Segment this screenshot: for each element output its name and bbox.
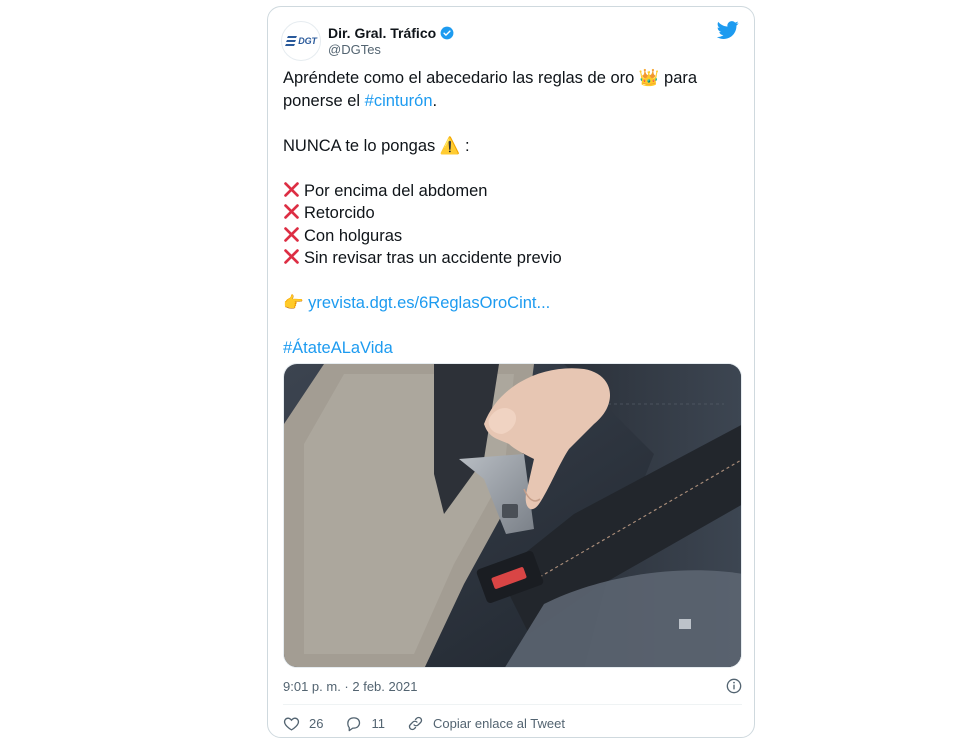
link-icon bbox=[408, 716, 423, 730]
list-item-text: Retorcido bbox=[304, 204, 375, 222]
logo-text: DGT bbox=[298, 36, 317, 46]
like-count: 26 bbox=[309, 715, 324, 731]
avatar[interactable]: DGT bbox=[281, 21, 321, 61]
info-icon[interactable] bbox=[726, 678, 742, 694]
reply-button[interactable]: 11 bbox=[345, 715, 385, 732]
tweet-actions: 26 11 Copiar enlace al Tweet bbox=[283, 711, 587, 735]
tweet-text: Apréndete como el abecedario las reglas … bbox=[283, 67, 738, 360]
heart-icon bbox=[283, 717, 300, 731]
list-item: Con holguras bbox=[283, 225, 738, 248]
text-segment: : bbox=[460, 136, 470, 155]
tweet-card: DGT Dir. Gral. Tráfico @DGTes Apréndete … bbox=[267, 6, 755, 738]
twitter-bird-icon[interactable] bbox=[717, 19, 739, 41]
text-segment: Apréndete como el abecedario las reglas … bbox=[283, 69, 639, 87]
list-item-text: Por encima del abdomen bbox=[304, 181, 488, 200]
tweet-timestamp[interactable]: 9:01 p. m. · 2 feb. 2021 bbox=[283, 679, 417, 694]
copy-link-button[interactable]: Copiar enlace al Tweet bbox=[407, 715, 565, 732]
x-mark-icon bbox=[284, 226, 299, 242]
list-item-text: Sin revisar tras un accidente previo bbox=[304, 249, 562, 267]
verified-badge-icon bbox=[440, 26, 454, 40]
hashtag-atatealavida-link[interactable]: #ÁtateALaVida bbox=[283, 339, 393, 357]
text-segment: ponerse el bbox=[283, 91, 365, 110]
crown-emoji: 👑 bbox=[638, 69, 660, 87]
pointing-hand-emoji: 👉 bbox=[283, 294, 304, 312]
hashtag-cinturon-link[interactable]: #cinturón bbox=[365, 92, 433, 110]
article-link[interactable]: yrevista.dgt.es/6ReglasOroCint... bbox=[308, 294, 550, 312]
divider bbox=[283, 704, 742, 705]
warning-emoji: ⚠️ bbox=[439, 136, 461, 155]
hashtag-line: #ÁtateALaVida bbox=[283, 337, 738, 360]
author-handle[interactable]: @DGTes bbox=[328, 42, 454, 57]
tweet-warning-line: NUNCA te lo pongas ⚠️ : bbox=[283, 135, 738, 158]
list-item-text: Con holguras bbox=[304, 226, 403, 245]
list-item: Por encima del abdomen bbox=[283, 180, 738, 203]
tweet-line-1: Apréndete como el abecedario las reglas … bbox=[283, 67, 738, 90]
reply-icon bbox=[347, 716, 361, 731]
author-block: Dir. Gral. Tráfico @DGTes bbox=[328, 25, 454, 57]
dgt-logo-icon: DGT bbox=[285, 36, 317, 46]
text-segment: . bbox=[432, 91, 438, 110]
text-segment: para bbox=[659, 69, 698, 87]
x-mark-icon bbox=[284, 204, 299, 219]
tweet-photo[interactable] bbox=[283, 363, 742, 668]
copy-link-label: Copiar enlace al Tweet bbox=[432, 715, 565, 731]
author-name[interactable]: Dir. Gral. Tráfico bbox=[328, 25, 436, 41]
tweet-line-2: ponerse el #cinturón. bbox=[283, 90, 738, 113]
tweet-header: DGT Dir. Gral. Tráfico @DGTes bbox=[281, 19, 454, 63]
list-item: Sin revisar tras un accidente previo bbox=[283, 247, 738, 270]
x-mark-icon bbox=[284, 181, 299, 197]
author-name-row: Dir. Gral. Tráfico bbox=[328, 25, 454, 41]
link-line: 👉 yrevista.dgt.es/6ReglasOroCint... bbox=[283, 292, 738, 315]
list-item: Retorcido bbox=[283, 202, 738, 225]
timestamp-row: 9:01 p. m. · 2 feb. 2021 bbox=[283, 677, 742, 695]
reply-count: 11 bbox=[371, 715, 385, 731]
seatbelt-photo-image bbox=[284, 364, 741, 667]
text-segment: NUNCA te lo pongas bbox=[283, 136, 440, 155]
like-button[interactable]: 26 bbox=[283, 715, 323, 732]
x-mark-icon bbox=[284, 249, 299, 264]
